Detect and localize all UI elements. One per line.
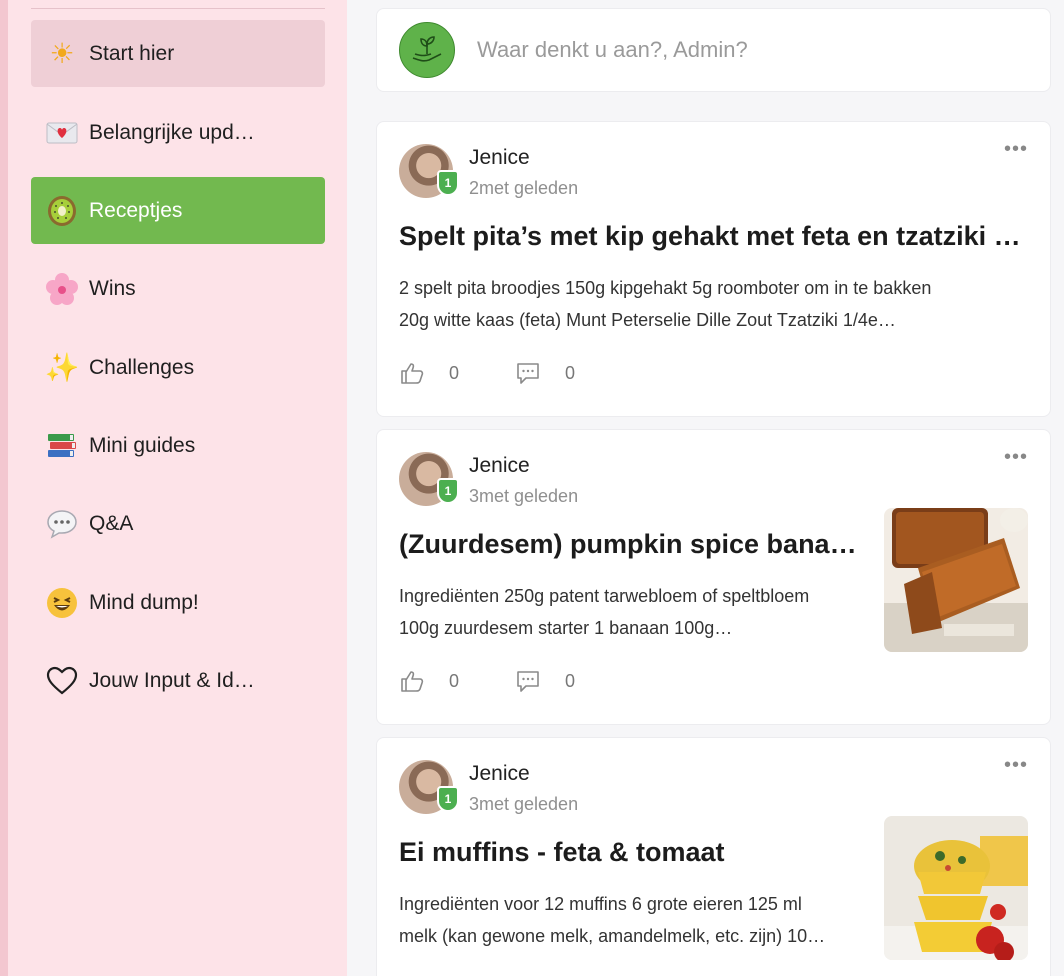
post-author[interactable]: Jenice	[469, 146, 530, 170]
comment-count: 0	[565, 362, 576, 383]
post-title[interactable]: (Zuurdesem) pumpkin spice banan…	[399, 529, 859, 560]
sidebar-item-label: Start hier	[89, 41, 175, 65]
admin-avatar	[399, 22, 455, 78]
grinning-face-icon	[45, 586, 79, 620]
sidebar-divider	[31, 8, 325, 9]
post-actions: 0 0	[399, 360, 575, 386]
post-time: 3met geleden	[469, 794, 579, 814]
banana-bread-image	[884, 508, 1028, 652]
post-card[interactable]: 1 Jenice 3met geleden ••• (Zuurdesem) pu…	[376, 429, 1051, 725]
kiwi-icon	[45, 194, 79, 228]
sidebar-item-label: Wins	[89, 276, 136, 300]
egg-muffins-image	[884, 816, 1028, 960]
post-thumbnail[interactable]	[884, 508, 1028, 652]
sidebar-item-label: Q&A	[89, 511, 134, 535]
like-count: 0	[449, 362, 460, 383]
sparkles-icon: ✨	[44, 350, 80, 384]
avatar[interactable]: 1	[399, 452, 459, 506]
heart-outline-icon	[45, 664, 79, 698]
excerpt-line: Ingrediënten voor 12 muffins 6 grote eie…	[399, 894, 802, 914]
sidebar-item-label: Challenges	[89, 355, 195, 379]
post-author[interactable]: Jenice	[469, 762, 530, 786]
level-badge: 1	[437, 170, 459, 196]
sidebar-item-label: Mini guides	[89, 433, 196, 457]
sidebar-item-jouw-input[interactable]: Jouw Input & Id…	[31, 647, 325, 714]
post-composer[interactable]: Waar denkt u aan?, Admin?	[376, 8, 1051, 92]
books-icon	[45, 429, 79, 463]
level-badge: 1	[437, 478, 459, 504]
sun-icon: ☀	[49, 36, 75, 70]
post-time: 2met geleden	[469, 178, 579, 198]
post-title[interactable]: Ei muffins - feta & tomaat	[399, 837, 859, 868]
like-button[interactable]: 0	[399, 668, 459, 694]
post-actions: 0 0	[399, 668, 575, 694]
thumbs-up-icon	[401, 671, 424, 692]
sidebar-item-mini-guides[interactable]: Mini guides	[31, 412, 325, 479]
excerpt-line: 2 spelt pita broodjes 150g kipgehakt 5g …	[399, 278, 932, 298]
thumbs-up-icon	[401, 363, 424, 384]
like-count: 0	[449, 670, 460, 691]
post-excerpt: 2 spelt pita broodjes 150g kipgehakt 5g …	[399, 272, 1029, 336]
excerpt-line: 20g witte kaas (feta) Munt Peterselie Di…	[399, 310, 896, 330]
envelope-heart-icon	[45, 116, 79, 150]
sidebar-item-receptjes[interactable]: Receptjes	[31, 177, 325, 244]
excerpt-line: 100g zuurdesem starter 1 banaan 100g…	[399, 618, 733, 638]
sidebar: ☀ Start hier Belangrijke upd… Receptjes …	[8, 0, 347, 976]
flower-icon	[45, 272, 79, 306]
sidebar-item-qa[interactable]: Q&A	[31, 490, 325, 557]
comment-icon	[517, 671, 539, 692]
post-excerpt: Ingrediënten 250g patent tarwebloem of s…	[399, 580, 859, 644]
excerpt-line: melk (kan gewone melk, amandelmelk, etc.…	[399, 926, 826, 946]
excerpt-line: Ingrediënten 250g patent tarwebloem of s…	[399, 586, 810, 606]
sidebar-item-label: Jouw Input & Id…	[89, 668, 255, 692]
avatar[interactable]: 1	[399, 760, 459, 814]
sidebar-item-start-hier[interactable]: ☀ Start hier	[31, 20, 325, 87]
like-button[interactable]: 0	[399, 360, 459, 386]
sidebar-item-wins[interactable]: Wins	[31, 255, 325, 322]
sidebar-item-challenges[interactable]: ✨ Challenges	[31, 334, 325, 401]
sidebar-item-label: Belangrijke upd…	[89, 120, 255, 144]
more-options-icon[interactable]: •••	[1004, 754, 1028, 777]
sidebar-item-mind-dump[interactable]: Mind dump!	[31, 569, 325, 636]
more-options-icon[interactable]: •••	[1004, 138, 1028, 161]
post-card[interactable]: 1 Jenice 2met geleden ••• Spelt pita’s m…	[376, 121, 1051, 417]
sidebar-item-label: Mind dump!	[89, 590, 199, 614]
comment-button[interactable]: 0	[515, 360, 575, 386]
post-time: 3met geleden	[469, 486, 579, 506]
comment-count: 0	[565, 670, 576, 691]
composer-input[interactable]: Waar denkt u aan?, Admin?	[477, 37, 748, 63]
level-badge: 1	[437, 786, 459, 812]
comment-icon	[517, 363, 539, 384]
window-left-edge	[0, 0, 8, 976]
comment-button[interactable]: 0	[515, 668, 575, 694]
feed: Waar denkt u aan?, Admin? 1 Jenice 2met …	[347, 0, 1064, 976]
sidebar-item-belangrijke-updates[interactable]: Belangrijke upd…	[31, 99, 325, 166]
hands-plant-icon	[412, 36, 442, 62]
sidebar-item-label: Receptjes	[89, 198, 183, 222]
avatar[interactable]: 1	[399, 144, 459, 198]
post-thumbnail[interactable]	[884, 816, 1028, 960]
post-card[interactable]: 1 Jenice 3met geleden ••• Ei muffins - f…	[376, 737, 1051, 976]
speech-bubble-icon	[45, 507, 79, 541]
post-author[interactable]: Jenice	[469, 454, 530, 478]
post-excerpt: Ingrediënten voor 12 muffins 6 grote eie…	[399, 888, 859, 952]
more-options-icon[interactable]: •••	[1004, 446, 1028, 469]
post-title[interactable]: Spelt pita’s met kip gehakt met feta en …	[399, 221, 1029, 252]
